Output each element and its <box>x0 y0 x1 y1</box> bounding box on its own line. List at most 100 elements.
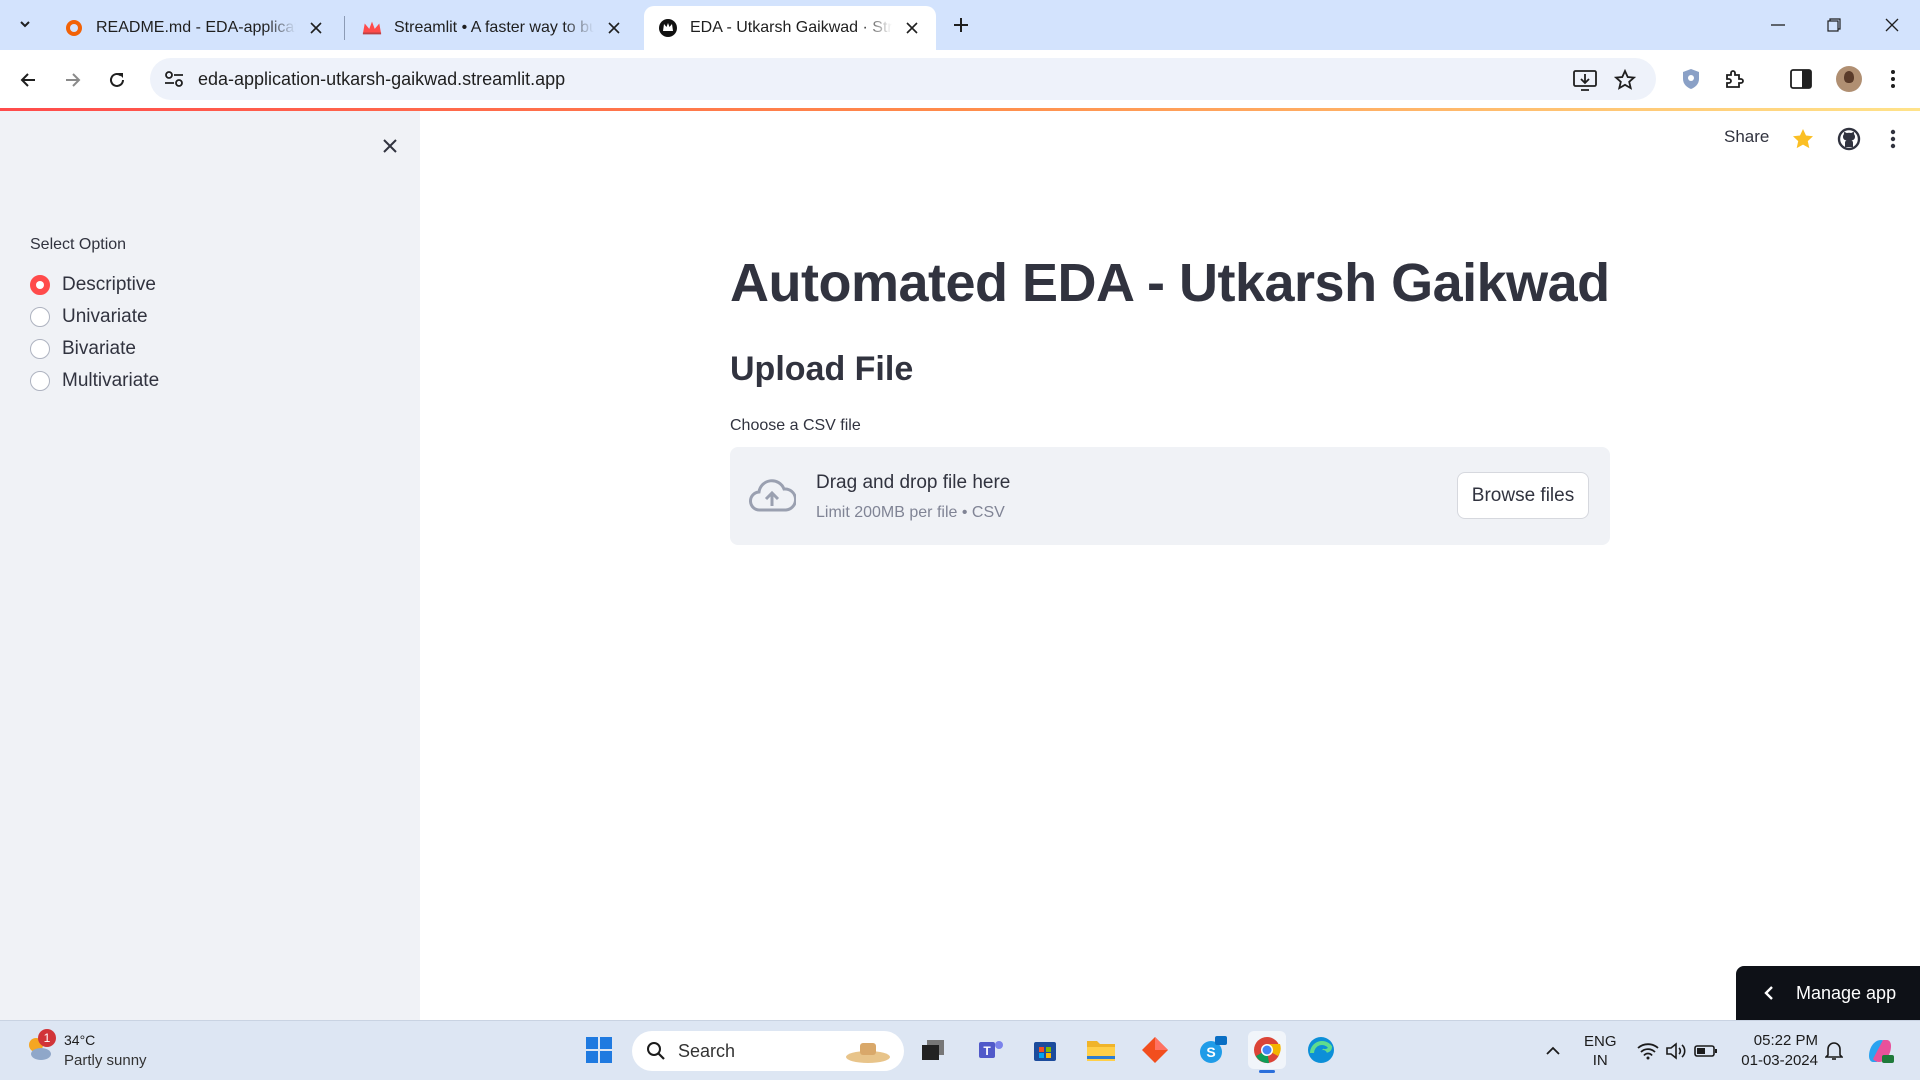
volume-icon[interactable] <box>1664 1039 1688 1063</box>
star-icon[interactable] <box>1788 124 1818 154</box>
sidebar: Select Option Descriptive Univariate Biv… <box>0 111 420 1020</box>
radio-group-label: Select Option <box>30 236 127 253</box>
wifi-icon[interactable] <box>1636 1039 1660 1063</box>
notification-bell-icon[interactable] <box>1822 1039 1846 1063</box>
chevron-down-icon <box>20 21 30 28</box>
option-radio-group: Descriptive Univariate Bivariate Multiva… <box>30 269 159 397</box>
radio-option-descriptive[interactable]: Descriptive <box>30 269 159 301</box>
close-icon[interactable] <box>304 16 328 40</box>
minimize-icon <box>1771 24 1785 26</box>
reload-icon <box>110 72 124 87</box>
extensions-puzzle-icon[interactable] <box>1718 62 1752 96</box>
git-app-icon[interactable] <box>1136 1031 1174 1069</box>
manage-app-button[interactable]: Manage app <box>1736 966 1920 1020</box>
streamlit-app-icon <box>658 18 678 38</box>
system-clock[interactable]: 05:22 PM 01-03-2024 <box>1738 1031 1818 1071</box>
language-code: ENG <box>1584 1033 1617 1050</box>
tab-readme[interactable]: README.md - EDA-application <box>50 6 340 50</box>
radio-option-label: Multivariate <box>62 370 160 391</box>
chevron-up-icon[interactable] <box>1541 1039 1565 1063</box>
radio-button-checked[interactable] <box>30 275 50 295</box>
svg-text:S: S <box>1206 1044 1215 1060</box>
arrow-left-icon <box>20 73 35 87</box>
close-icon[interactable] <box>900 16 924 40</box>
url-text: eda-application-utkarsh-gaikwad.streamli… <box>198 68 566 89</box>
tab-streamlit[interactable]: Streamlit • A faster way to build <box>348 6 638 50</box>
profile-avatar[interactable] <box>1832 62 1866 96</box>
tab-search-button[interactable] <box>10 9 40 39</box>
search-icon <box>647 1042 665 1060</box>
search-highlight-icon <box>846 1043 890 1063</box>
tab-eda-app[interactable]: EDA - Utkarsh Gaikwad · Stream <box>644 6 936 50</box>
share-button[interactable]: Share <box>1724 127 1769 147</box>
back-button[interactable] <box>10 62 46 98</box>
radio-button[interactable] <box>30 307 50 327</box>
site-info-icon[interactable] <box>162 70 186 88</box>
browser-tab-bar: README.md - EDA-application Streamlit • … <box>0 0 1920 50</box>
browse-files-button[interactable]: Browse files <box>1457 472 1589 519</box>
tab-separator <box>344 16 345 40</box>
weather-temperature[interactable]: 34°C <box>64 1032 95 1048</box>
cloud-upload-icon <box>748 472 796 520</box>
radio-button[interactable] <box>30 371 50 391</box>
browser-menu-icon[interactable] <box>1876 62 1910 96</box>
tab-title: Streamlit • A faster way to build <box>394 19 594 36</box>
teams-icon[interactable]: T <box>972 1031 1010 1069</box>
task-view-icon[interactable] <box>914 1031 952 1069</box>
forward-button[interactable] <box>55 62 91 98</box>
chevron-left-icon <box>1764 985 1774 1001</box>
new-tab-button[interactable] <box>944 11 978 39</box>
address-bar[interactable]: eda-application-utkarsh-gaikwad.streamli… <box>150 58 1656 100</box>
close-window-button[interactable] <box>1864 0 1920 50</box>
sidebar-close-button[interactable] <box>372 128 408 164</box>
radio-option-univariate[interactable]: Univariate <box>30 301 159 333</box>
page-title: Automated EDA - Utkarsh Gaikwad <box>730 253 1610 313</box>
weather-description[interactable]: Partly sunny <box>64 1052 147 1069</box>
bookmark-star-icon[interactable] <box>1612 67 1638 93</box>
microsoft-store-icon[interactable] <box>1026 1031 1064 1069</box>
radio-option-label: Bivariate <box>62 338 136 359</box>
install-app-icon[interactable] <box>1572 67 1598 93</box>
language-indicator[interactable]: ENG IN <box>1584 1032 1617 1070</box>
streamlit-crown-icon <box>362 18 382 38</box>
radio-option-bivariate[interactable]: Bivariate <box>30 333 159 365</box>
plus-icon <box>954 18 968 32</box>
minimize-button[interactable] <box>1750 0 1806 50</box>
tab-title: EDA - Utkarsh Gaikwad · Stream <box>690 19 892 36</box>
file-dropzone[interactable]: Drag and drop file here Limit 200MB per … <box>730 447 1610 545</box>
github-icon[interactable] <box>1834 124 1864 154</box>
browser-toolbar: eda-application-utkarsh-gaikwad.streamli… <box>0 50 1920 108</box>
chrome-icon[interactable] <box>1248 1031 1286 1073</box>
section-title: Upload File <box>730 350 914 388</box>
reload-button[interactable] <box>99 62 135 98</box>
search-label: Search <box>678 1040 736 1061</box>
close-icon[interactable] <box>602 16 626 40</box>
radio-option-multivariate[interactable]: Multivariate <box>30 365 159 397</box>
close-icon <box>1885 18 1899 32</box>
windows-taskbar: 1 34°C Partly sunny Search T S ENG IN 05… <box>0 1020 1920 1080</box>
skype-mail-icon[interactable]: S <box>1194 1031 1232 1069</box>
radio-option-label: Descriptive <box>62 274 156 295</box>
file-uploader-label: Choose a CSV file <box>730 417 861 434</box>
taskbar-search-box[interactable]: Search <box>632 1031 904 1071</box>
app-menu-icon[interactable] <box>1878 124 1908 154</box>
windows-start-icon[interactable] <box>580 1031 618 1069</box>
replit-icon <box>64 18 84 38</box>
file-explorer-icon[interactable] <box>1082 1031 1120 1069</box>
restore-button[interactable] <box>1806 0 1862 50</box>
weather-alert-badge: 1 <box>38 1029 56 1047</box>
side-panel-icon[interactable] <box>1784 62 1818 96</box>
extension-shield-icon[interactable] <box>1674 62 1708 96</box>
svg-text:T: T <box>983 1044 991 1058</box>
arrow-right-icon <box>66 73 81 87</box>
dropzone-limit-text: Limit 200MB per file • CSV <box>816 504 1005 521</box>
manage-app-label: Manage app <box>1796 982 1897 1003</box>
close-icon <box>383 139 397 153</box>
clock-time: 05:22 PM <box>1753 1032 1818 1049</box>
region-code: IN <box>1592 1052 1608 1069</box>
edge-icon[interactable] <box>1302 1031 1340 1069</box>
tab-title: README.md - EDA-application <box>96 19 296 36</box>
copilot-icon[interactable] <box>1864 1035 1896 1067</box>
radio-button[interactable] <box>30 339 50 359</box>
battery-icon[interactable] <box>1694 1039 1718 1063</box>
